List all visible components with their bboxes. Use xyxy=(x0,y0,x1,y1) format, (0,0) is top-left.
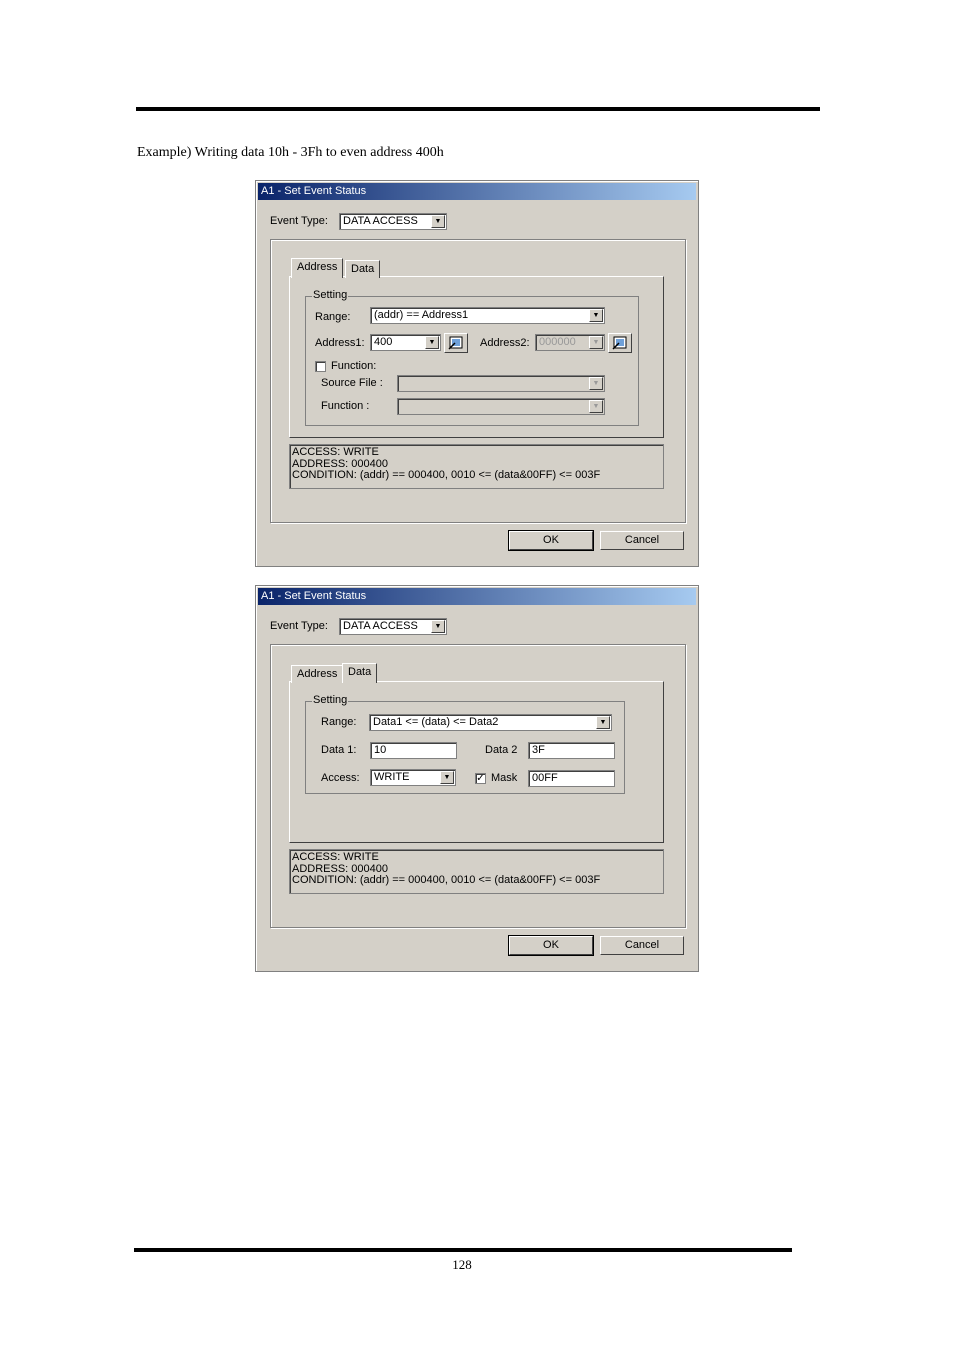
event-type-select[interactable]: DATA ACCESS ▼ xyxy=(339,618,447,635)
chevron-down-icon[interactable]: ▼ xyxy=(596,716,610,729)
source-file-label: Source File : xyxy=(321,377,383,389)
chevron-down-icon[interactable]: ▼ xyxy=(589,400,603,413)
address2-browse-button[interactable] xyxy=(608,333,632,353)
data2-input[interactable]: 3F xyxy=(528,742,615,759)
address2-label: Address2: xyxy=(480,337,530,349)
chevron-down-icon[interactable]: ▼ xyxy=(431,620,445,633)
event-type-select[interactable]: DATA ACCESS ▼ xyxy=(339,213,447,230)
function-select[interactable]: ▼ xyxy=(397,398,605,415)
setting-legend: Setting xyxy=(312,289,349,301)
setting-legend: Setting xyxy=(312,694,349,706)
source-file-select[interactable]: ▼ xyxy=(397,375,605,392)
range-select[interactable]: (addr) == Address1 ▼ xyxy=(370,307,605,324)
mask-label: Mask xyxy=(491,772,518,784)
data1-input[interactable]: 10 xyxy=(370,742,457,759)
ok-button[interactable]: OK xyxy=(508,935,594,956)
data2-label: Data 2 xyxy=(485,744,518,756)
tab-data[interactable]: Data xyxy=(342,663,378,683)
status-line: CONDITION: (addr) == 000400, 0010 <= (da… xyxy=(292,469,601,481)
status-line: ACCESS: WRITE xyxy=(292,851,379,863)
dialog-title: A1 - Set Event Status xyxy=(258,183,696,200)
range-label: Range: xyxy=(321,716,357,728)
chevron-down-icon[interactable]: ▼ xyxy=(431,215,445,228)
data1-label: Data 1: xyxy=(321,744,357,756)
range-label: Range: xyxy=(315,311,351,323)
example-caption: Example) Writing data 10h - 3Fh to even … xyxy=(137,145,444,160)
chevron-down-icon[interactable]: ▼ xyxy=(440,771,454,784)
footer-rule xyxy=(134,1248,792,1252)
dialog-title: A1 - Set Event Status xyxy=(258,588,696,605)
address1-input[interactable]: 400 ▼ xyxy=(370,334,441,351)
tab-address[interactable]: Address xyxy=(291,258,344,278)
status-line: CONDITION: (addr) == 000400, 0010 <= (da… xyxy=(292,874,601,886)
address2-input[interactable]: 000000 ▼ xyxy=(535,334,605,351)
browse-memory-icon xyxy=(612,336,627,350)
address1-browse-button[interactable] xyxy=(444,333,468,353)
chevron-down-icon[interactable]: ▼ xyxy=(589,336,603,349)
tab-address[interactable]: Address xyxy=(291,665,344,683)
cancel-button[interactable]: Cancel xyxy=(600,531,684,550)
ok-button[interactable]: OK xyxy=(508,530,594,551)
access-select[interactable]: WRITE ▼ xyxy=(370,769,456,786)
event-type-label: Event Type: xyxy=(270,620,328,632)
condition-summary: ACCESS: WRITE ADDRESS: 000400 CONDITION:… xyxy=(289,444,664,489)
cancel-button[interactable]: Cancel xyxy=(600,936,684,955)
status-line: ACCESS: WRITE xyxy=(292,446,379,458)
chevron-down-icon[interactable]: ▼ xyxy=(589,377,603,390)
function-checkbox[interactable] xyxy=(315,361,326,372)
mask-input[interactable]: 00FF xyxy=(528,770,615,787)
address1-label: Address1: xyxy=(315,337,365,349)
event-type-label: Event Type: xyxy=(270,215,328,227)
range-select[interactable]: Data1 <= (data) <= Data2 ▼ xyxy=(369,714,612,731)
chevron-down-icon[interactable]: ▼ xyxy=(425,336,439,349)
access-label: Access: xyxy=(321,772,360,784)
browse-memory-icon xyxy=(448,336,463,350)
set-event-dialog-data: A1 - Set Event Status Event Type: DATA A… xyxy=(255,585,699,972)
condition-summary: ACCESS: WRITE ADDRESS: 000400 CONDITION:… xyxy=(289,849,664,894)
chevron-down-icon[interactable]: ▼ xyxy=(589,309,603,322)
tab-data[interactable]: Data xyxy=(345,260,381,278)
function-checkbox-label: Function: xyxy=(331,360,377,372)
page-number: 128 xyxy=(452,1257,472,1272)
header-rule xyxy=(136,107,820,111)
function-label: Function : xyxy=(321,400,370,412)
mask-checkbox[interactable]: ✓ xyxy=(475,773,486,784)
set-event-dialog-address: A1 - Set Event Status Event Type: DATA A… xyxy=(255,180,699,567)
